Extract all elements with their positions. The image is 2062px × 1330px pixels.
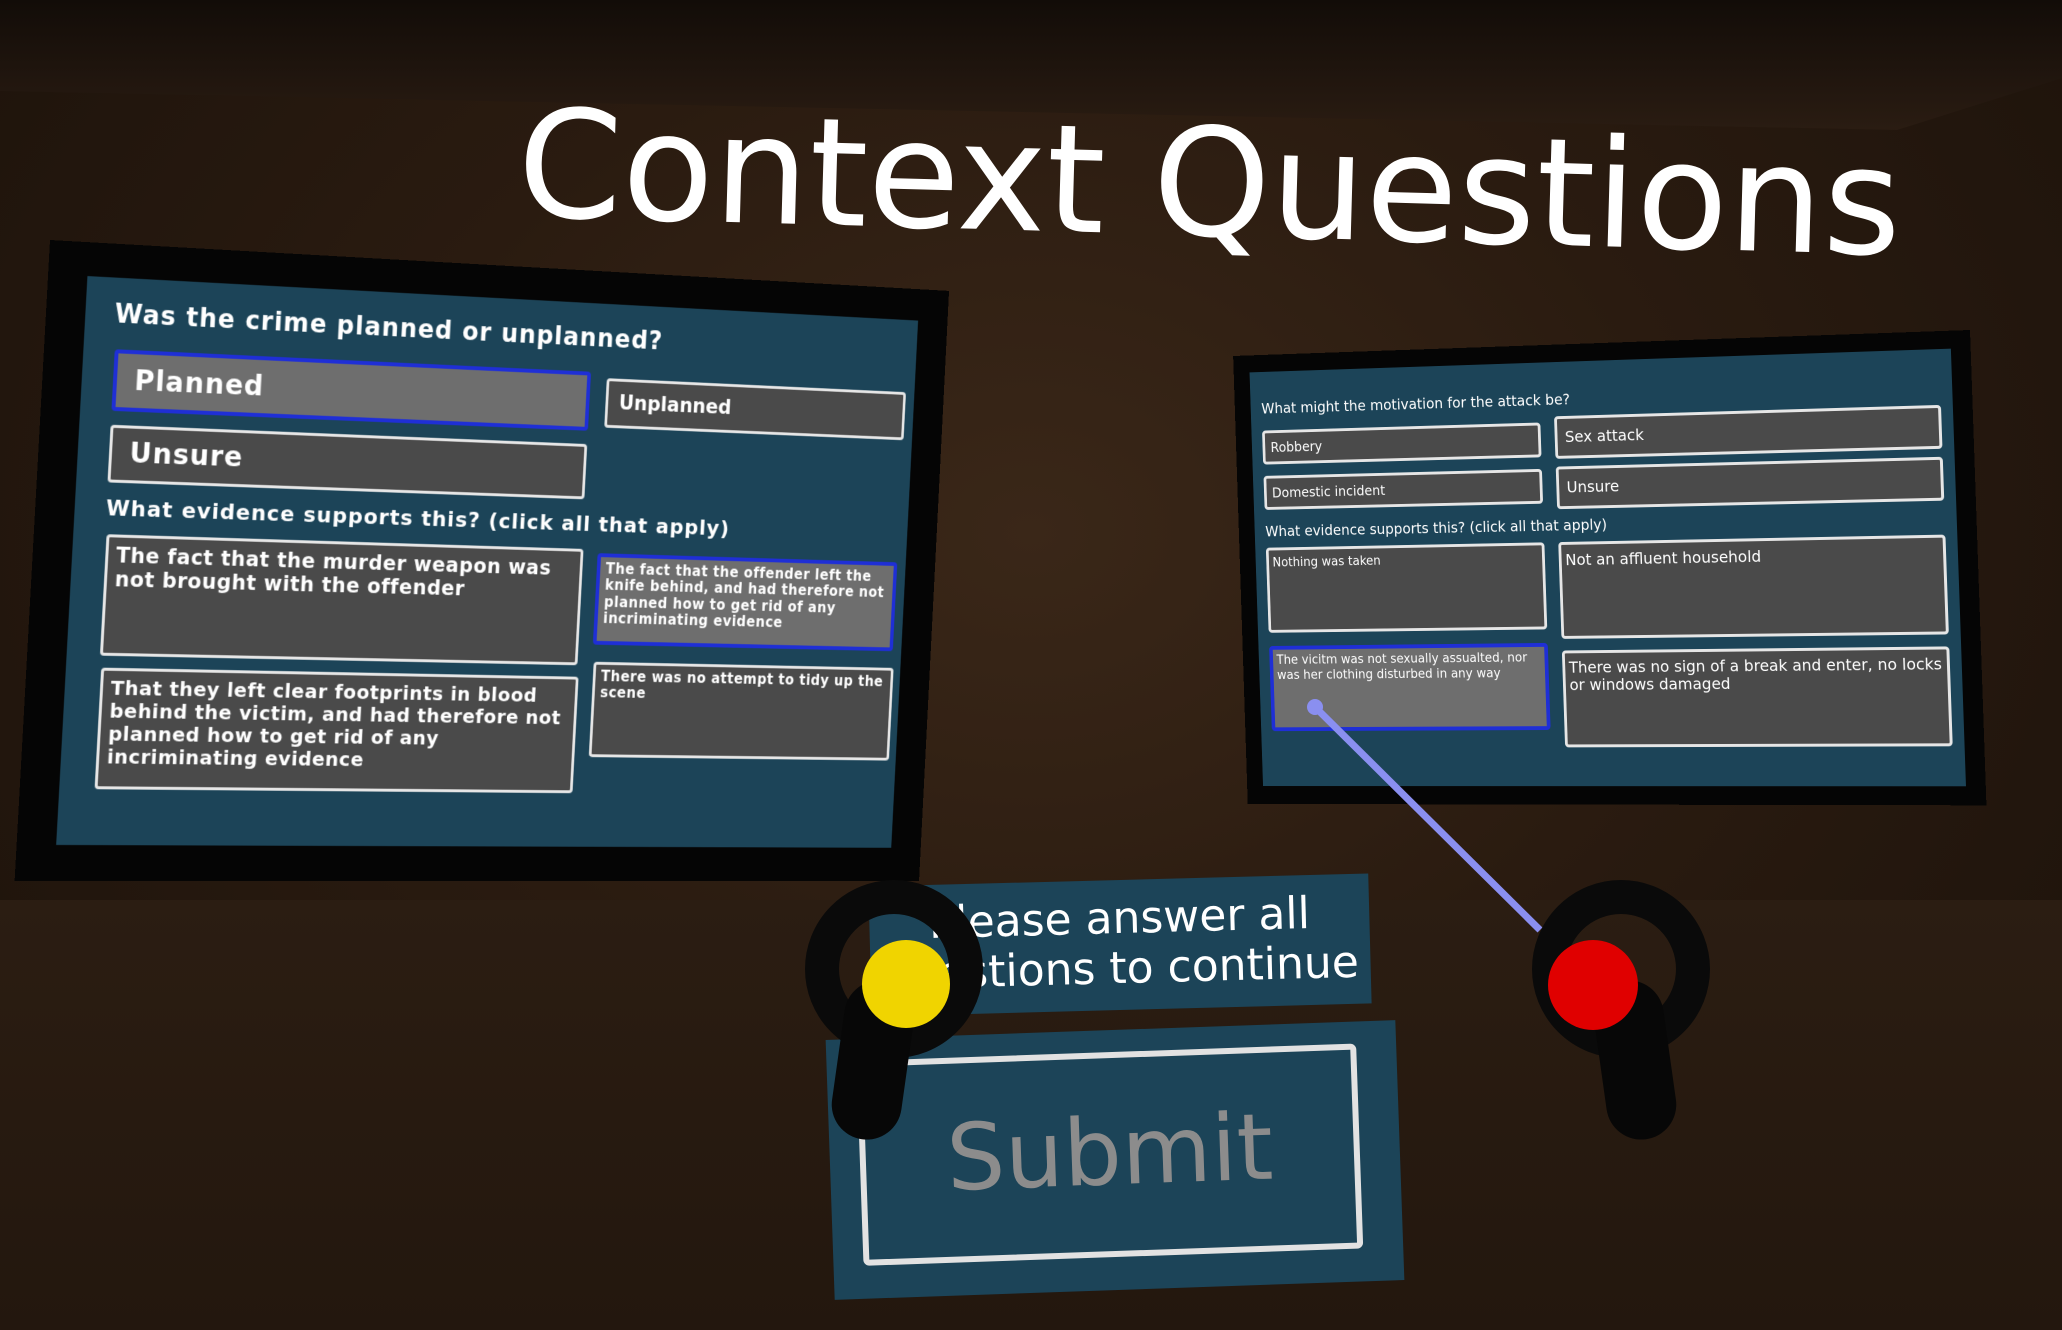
evidence-footprints-in-blood-label: That they left clear footprints in blood… — [106, 675, 562, 772]
left-panel-background: Was the crime planned or unplanned? Plan… — [56, 276, 919, 848]
right-question-label: What might the motivation for the attack… — [1261, 390, 1571, 418]
evidence-not-affluent-label: Not an affluent household — [1565, 547, 1762, 570]
option-unsure-motive[interactable]: Unsure — [1555, 456, 1945, 510]
evidence-no-tidy-up[interactable]: There was no attempt to tidy up the scen… — [588, 661, 894, 761]
evidence-footprints-in-blood[interactable]: That they left clear footprints in blood… — [94, 667, 579, 794]
evidence-no-tidy-up-label: There was no attempt to tidy up the scen… — [599, 667, 884, 702]
option-sex-attack[interactable]: Sex attack — [1554, 404, 1943, 459]
option-unplanned-label: Unplanned — [618, 391, 732, 419]
option-planned-label: Planned — [133, 364, 265, 403]
option-domestic-incident[interactable]: Domestic incident — [1263, 468, 1544, 510]
right-trigger-icon — [1548, 940, 1638, 1030]
option-unplanned[interactable]: Unplanned — [604, 378, 907, 441]
option-robbery[interactable]: Robbery — [1262, 422, 1542, 465]
option-unsure[interactable]: Unsure — [107, 424, 588, 500]
option-unsure-motive-label: Unsure — [1566, 476, 1620, 497]
evidence-weapon-not-brought[interactable]: The fact that the murder weapon was not … — [99, 534, 584, 666]
option-unsure-label: Unsure — [128, 436, 245, 474]
option-sex-attack-label: Sex attack — [1564, 425, 1645, 447]
evidence-not-affluent[interactable]: Not an affluent household — [1558, 534, 1949, 639]
left-trigger-icon — [862, 940, 950, 1028]
evidence-weapon-not-brought-label: The fact that the murder weapon was not … — [114, 543, 552, 601]
right-question-board: What might the motivation for the attack… — [1233, 330, 1987, 806]
evidence-nothing-taken[interactable]: Nothing was taken — [1265, 542, 1548, 633]
submit-button[interactable]: Submit — [856, 1043, 1364, 1266]
evidence-knife-left-behind-label: The fact that the offender left the knif… — [602, 560, 885, 631]
left-question-label: Was the crime planned or unplanned? — [113, 299, 664, 357]
evidence-no-break-in[interactable]: There was no sign of a break and enter, … — [1561, 646, 1953, 748]
evidence-nothing-taken-label: Nothing was taken — [1272, 554, 1381, 571]
right-panel-background: What might the motivation for the attack… — [1249, 348, 1966, 787]
left-question-board: Was the crime planned or unplanned? Plan… — [14, 240, 950, 882]
evidence-no-break-in-label: There was no sign of a break and enter, … — [1568, 654, 1943, 695]
left-evidence-heading: What evidence supports this? (click all … — [105, 496, 731, 542]
option-planned[interactable]: Planned — [111, 349, 592, 431]
submit-panel: Submit — [825, 1020, 1405, 1300]
evidence-not-sexually-assaulted-label: The vicitm was not sexually assualted, n… — [1276, 650, 1528, 683]
evidence-knife-left-behind[interactable]: The fact that the offender left the knif… — [592, 553, 898, 652]
option-domestic-incident-label: Domestic incident — [1271, 483, 1386, 502]
option-robbery-label: Robbery — [1270, 439, 1323, 456]
right-evidence-heading: What evidence supports this? (click all … — [1265, 515, 1608, 541]
evidence-not-sexually-assaulted[interactable]: The vicitm was not sexually assualted, n… — [1269, 642, 1551, 732]
